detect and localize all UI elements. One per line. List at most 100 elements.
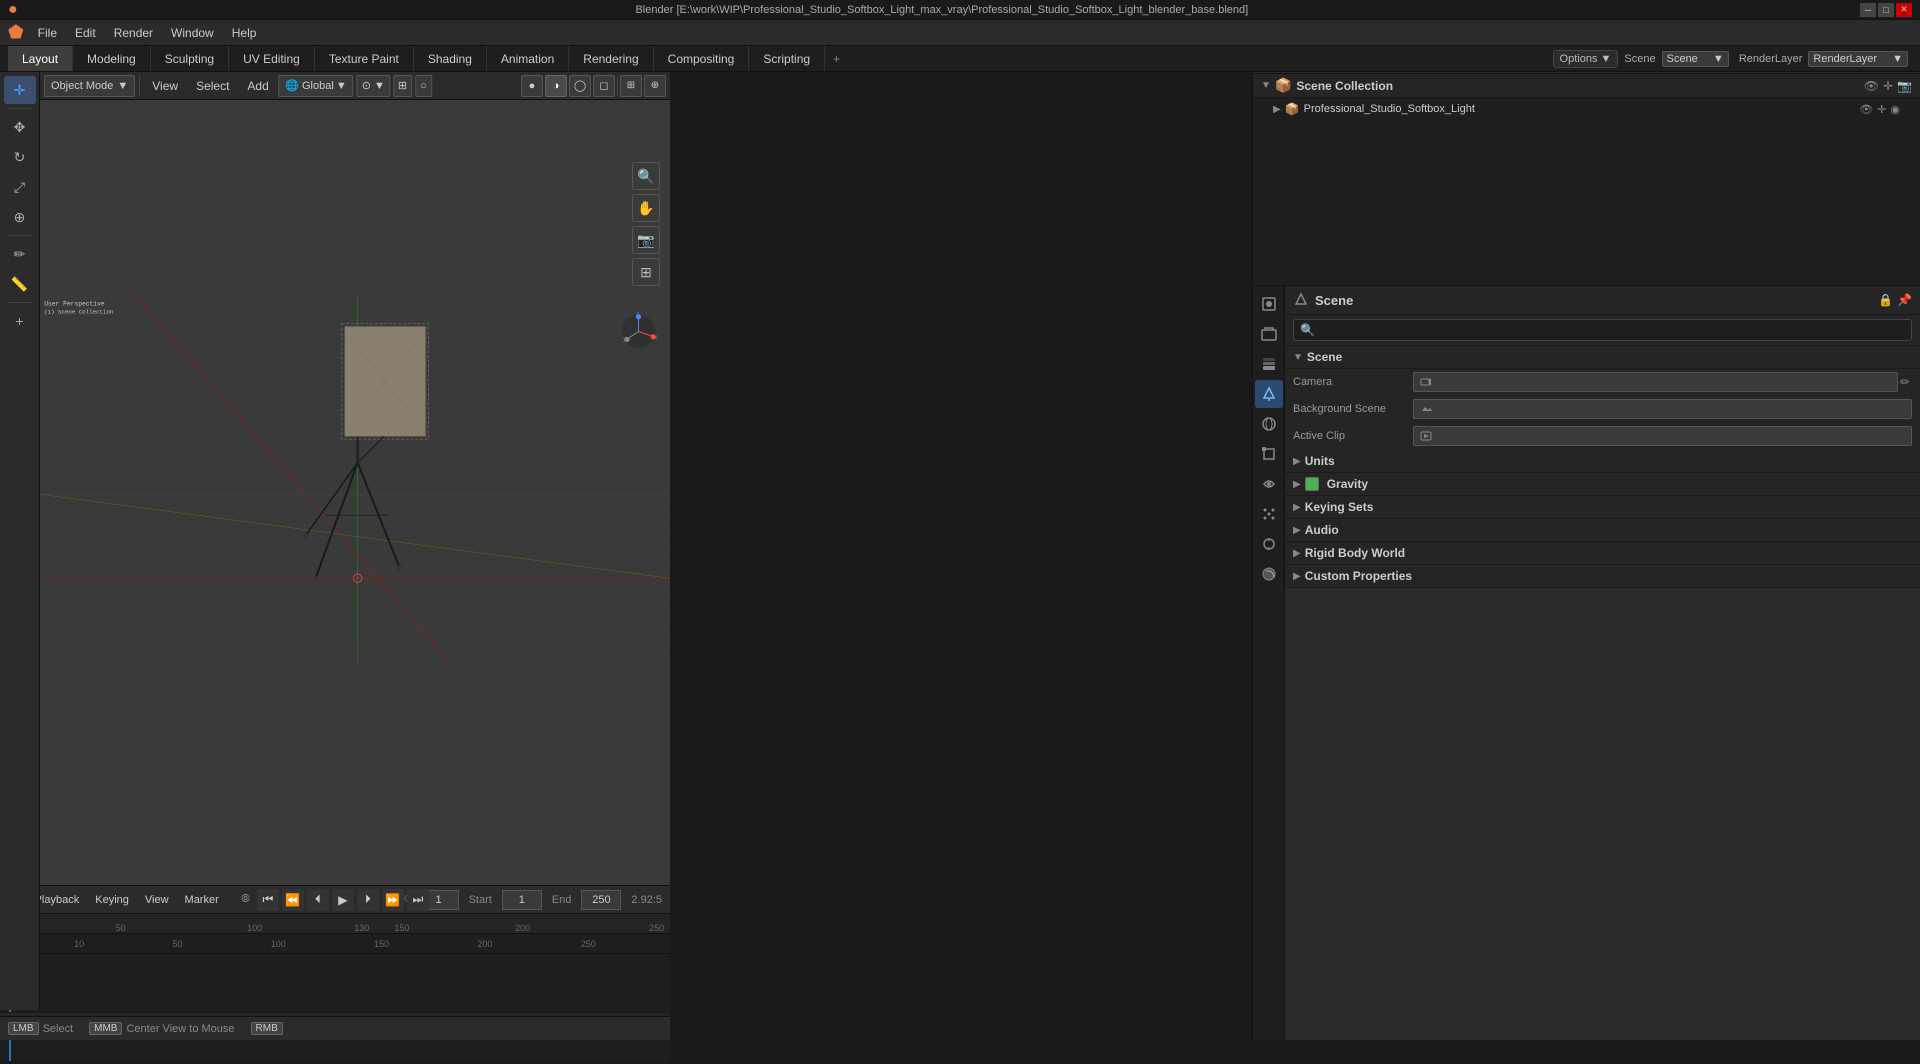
tab-layout[interactable]: Layout — [8, 46, 73, 71]
step-forward-button[interactable]: ⏵ — [357, 889, 379, 911]
tab-scripting[interactable]: Scripting — [749, 46, 825, 71]
menu-render[interactable]: Render — [106, 24, 161, 42]
add-tool[interactable]: + — [4, 307, 36, 335]
tab-animation[interactable]: Animation — [487, 46, 569, 71]
scene-dropdown[interactable]: Scene ▼ — [1662, 51, 1729, 67]
properties-lock-button[interactable]: 🔒 — [1878, 293, 1893, 307]
step-back-button[interactable]: ⏴ — [307, 889, 329, 911]
jump-to-start-button[interactable]: ⏮ — [257, 889, 279, 911]
add-menu[interactable]: Add — [239, 77, 276, 95]
overlay-button[interactable]: ⊞ — [620, 75, 642, 97]
tab-rendering[interactable]: Rendering — [569, 46, 653, 71]
menu-edit[interactable]: Edit — [67, 24, 104, 42]
scene-collection-header[interactable]: ▼ 📦 Scene Collection 👁 ✛ 📷 — [1253, 74, 1920, 98]
view-timeline-menu[interactable]: View — [139, 892, 175, 908]
annotate-tool[interactable]: ✏ — [4, 240, 36, 268]
tab-sculpting[interactable]: Sculpting — [151, 46, 229, 71]
render-layer-dropdown[interactable]: RenderLayer ▼ — [1808, 51, 1908, 67]
grid-view-nav[interactable]: ⊞ — [632, 258, 660, 286]
keying-sets-section-header[interactable]: ▶ Keying Sets — [1285, 496, 1920, 519]
properties-pin-button[interactable]: 📌 — [1897, 293, 1912, 307]
rotate-tool[interactable]: ↻ — [4, 143, 36, 171]
camera-view-nav[interactable]: 📷 — [632, 226, 660, 254]
item-render-icon: ◉ — [1890, 103, 1900, 116]
snap-button[interactable]: ⊞ — [393, 75, 412, 97]
tab-modeling[interactable]: Modeling — [73, 46, 151, 71]
global-transform-dropdown[interactable]: 🌐 Global ▼ — [278, 75, 353, 97]
collection-item-studio-light[interactable]: ▶ 📦 Professional_Studio_Softbox_Light 👁 … — [1253, 98, 1920, 120]
viewport-shading-solid[interactable]: ● — [521, 75, 543, 97]
world-tab[interactable] — [1255, 410, 1283, 438]
scene-section-header[interactable]: ▼ Scene — [1285, 346, 1920, 369]
viewport-center-controls: 🌐 Global ▼ ⊙ ▼ ⊞ ○ — [278, 75, 432, 97]
hand-tool-nav[interactable]: ✋ — [632, 194, 660, 222]
keying-menu[interactable]: Keying — [89, 892, 135, 908]
tab-compositing[interactable]: Compositing — [654, 46, 750, 71]
object-mode-dropdown[interactable]: Object Mode ▼ — [44, 75, 135, 97]
move-tool[interactable]: ✥ — [4, 113, 36, 141]
measure-tool[interactable]: 📏 — [4, 270, 36, 298]
viewport-shading-wireframe[interactable]: ◻ — [593, 75, 615, 97]
play-button[interactable]: ▶ — [332, 889, 354, 911]
menu-file[interactable]: File — [30, 24, 65, 42]
gravity-checkbox[interactable] — [1305, 477, 1319, 491]
cursor-tool[interactable]: ✛ — [4, 76, 36, 104]
menu-window[interactable]: Window — [163, 24, 222, 42]
active-clip-value[interactable] — [1413, 426, 1912, 446]
titlebar: ● Blender [E:\work\WIP\Professional_Stud… — [0, 0, 1920, 20]
render-icon[interactable]: 📷 — [1897, 79, 1912, 93]
marker-menu[interactable]: Marker — [179, 892, 225, 908]
maximize-button[interactable]: □ — [1878, 3, 1894, 17]
custom-properties-header[interactable]: ▶ Custom Properties — [1285, 565, 1920, 588]
jump-to-end-button[interactable]: ⏭ — [407, 889, 429, 911]
select-menu[interactable]: Select — [188, 77, 237, 95]
minimize-button[interactable]: ─ — [1860, 3, 1876, 17]
jump-back-button[interactable]: ⏪ — [282, 889, 304, 911]
timeline-content[interactable] — [0, 954, 670, 1061]
gizmo-button[interactable]: ⊕ — [644, 75, 666, 97]
modifier-tab[interactable] — [1255, 470, 1283, 498]
background-scene-value[interactable] — [1413, 399, 1912, 419]
audio-section-header[interactable]: ▶ Audio — [1285, 519, 1920, 542]
camera-edit-button[interactable]: ✏ — [1898, 375, 1912, 389]
proportional-edit-button[interactable]: ○ — [415, 75, 432, 97]
gravity-section-header[interactable]: ▶ Gravity — [1285, 473, 1920, 496]
menu-help[interactable]: Help — [224, 24, 265, 42]
viewport-right-controls: ● ◑ ◯ ◻ ⊞ ⊕ — [521, 75, 666, 97]
tab-texture-paint[interactable]: Texture Paint — [315, 46, 414, 71]
transform-pivot-dropdown[interactable]: ⊙ ▼ — [357, 75, 390, 97]
output-tab[interactable] — [1255, 320, 1283, 348]
scale-tool[interactable]: ⤢ — [4, 173, 36, 201]
start-frame-input[interactable]: 1 — [502, 890, 542, 910]
3d-viewport[interactable]: User Perspective (1) Scene Collection X … — [40, 72, 670, 885]
timeline-ruler[interactable]: 1 50 100 130 150 200 250 — [0, 914, 670, 934]
search-nav-button[interactable]: 🔍 — [632, 162, 660, 190]
material-tab[interactable] — [1255, 560, 1283, 588]
close-button[interactable]: ✕ — [1896, 3, 1912, 17]
viewport-shading-rendered[interactable]: ◯ — [569, 75, 591, 97]
particles-tab[interactable] — [1255, 500, 1283, 528]
cursor-restrict-icon[interactable]: ✛ — [1883, 79, 1893, 93]
eye-icon[interactable]: 👁 — [1864, 79, 1879, 93]
item-caret: ▶ — [1273, 104, 1281, 115]
options-button[interactable]: Options ▼ — [1553, 50, 1619, 68]
units-section-header[interactable]: ▶ Units — [1285, 450, 1920, 473]
view-layer-tab[interactable] — [1255, 350, 1283, 378]
properties-search-input[interactable] — [1319, 324, 1905, 336]
scene-tab[interactable] — [1255, 380, 1283, 408]
transform-tool[interactable]: ⊕ — [4, 203, 36, 231]
viewport-shading-material[interactable]: ◑ — [545, 75, 567, 97]
camera-value[interactable] — [1413, 372, 1898, 392]
tick-130: 130 — [354, 923, 369, 933]
physics-tab[interactable] — [1255, 530, 1283, 558]
object-tab[interactable] — [1255, 440, 1283, 468]
outliner-panel: ⊞ Outliner ⋮ ⟳ ☰ 📌 ▼ 📦 Scene Collection … — [1252, 46, 1920, 286]
end-frame-input[interactable]: 250 — [581, 890, 621, 910]
rigid-body-world-header[interactable]: ▶ Rigid Body World — [1285, 542, 1920, 565]
tab-shading[interactable]: Shading — [414, 46, 487, 71]
add-workspace-button[interactable]: + — [825, 46, 848, 71]
jump-forward-button[interactable]: ⏩ — [382, 889, 404, 911]
view-menu[interactable]: View — [144, 77, 186, 95]
tab-uv-editing[interactable]: UV Editing — [229, 46, 315, 71]
render-tab[interactable] — [1255, 290, 1283, 318]
